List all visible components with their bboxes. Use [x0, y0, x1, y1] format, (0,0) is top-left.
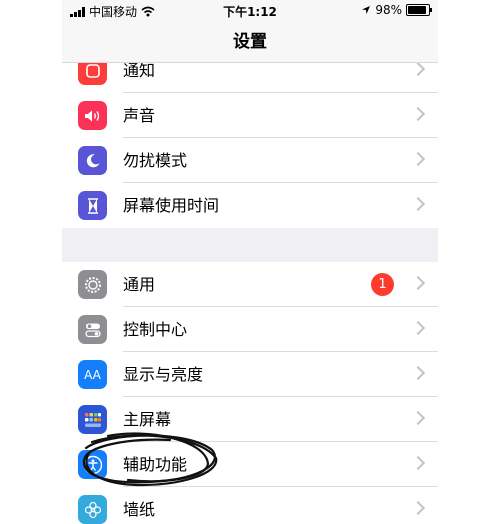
chevron-right-icon [410, 500, 426, 516]
settings-row-sound[interactable]: 声音 [62, 93, 438, 138]
status-bar: 中国移动 下午1:12 98% [62, 0, 438, 22]
icon-glyph: AA [84, 367, 101, 382]
battery-level [408, 6, 426, 14]
row-label: 屏幕使用时间 [123, 196, 220, 215]
chevron-right-icon [410, 410, 426, 426]
settings-group-1: 通知 声音 勿扰模式 屏幕使用时间 [62, 48, 438, 228]
pen-scribble-annotation [82, 432, 218, 487]
page-title: 设置 [62, 22, 438, 63]
sound-icon [78, 101, 107, 130]
chevron-right-icon [410, 106, 426, 122]
hourglass-icon [78, 191, 107, 220]
row-label: 声音 [123, 106, 156, 125]
settings-row-general[interactable]: 通用 1 [62, 262, 438, 307]
text-size-icon: AA [78, 360, 107, 389]
settings-row-do-not-disturb[interactable]: 勿扰模式 [62, 138, 438, 183]
settings-row-wallpaper[interactable]: 墙纸 [62, 487, 438, 524]
wallpaper-icon [78, 495, 107, 524]
battery-percent: 98% [375, 3, 402, 17]
toggles-icon [78, 315, 107, 344]
moon-icon [78, 146, 107, 175]
chevron-right-icon [410, 151, 426, 167]
settings-row-display-brightness[interactable]: AA 显示与亮度 [62, 352, 438, 397]
location-icon [362, 6, 371, 14]
chevron-right-icon [410, 275, 426, 291]
settings-row-screen-time[interactable]: 屏幕使用时间 [62, 183, 438, 228]
row-label: 控制中心 [123, 320, 188, 339]
battery-icon [406, 4, 432, 16]
chevron-right-icon [410, 196, 426, 212]
row-label: 显示与亮度 [123, 365, 204, 384]
row-label: 墙纸 [123, 500, 156, 519]
status-right: 98% [361, 3, 432, 17]
chevron-right-icon [410, 455, 426, 471]
chevron-right-icon [410, 61, 426, 77]
gear-icon [78, 270, 107, 299]
chevron-right-icon [410, 365, 426, 381]
row-label: 通用 [123, 275, 156, 294]
notification-badge: 1 [371, 273, 394, 296]
chevron-right-icon [410, 320, 426, 336]
settings-row-control-center[interactable]: 控制中心 [62, 307, 438, 352]
row-label: 勿扰模式 [123, 151, 188, 170]
